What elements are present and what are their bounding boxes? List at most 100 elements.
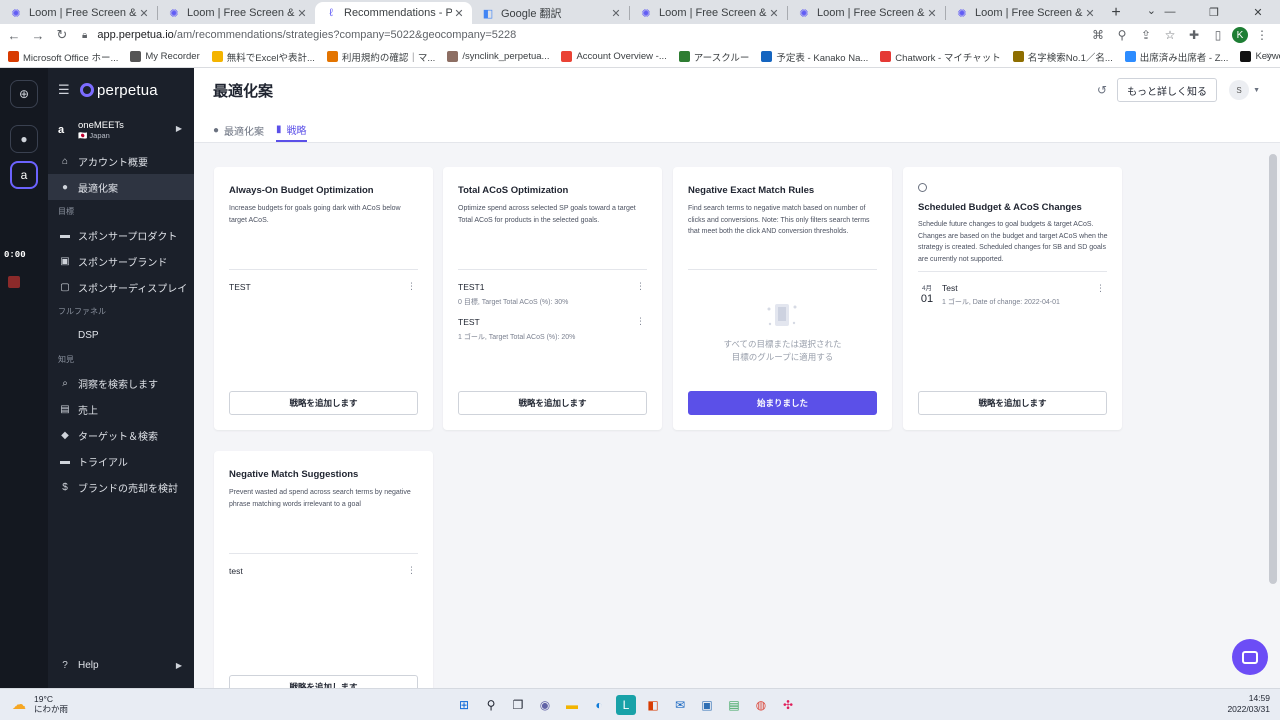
tab-close-icon[interactable]: ✕: [137, 7, 151, 20]
sidebar-item-sponsored-brands[interactable]: ▣ スポンサーブランド: [48, 248, 194, 274]
strategy-item[interactable]: TEST 1 ゴール, Target Total ACoS (%): 20% ⋮: [458, 317, 647, 342]
browser-tab[interactable]: ✺ Loom | Free Screen & Video Rec ✕: [158, 2, 315, 24]
tab-strategies[interactable]: ▮ 戦略: [276, 118, 307, 142]
add-strategy-button[interactable]: 戦略を追加します: [229, 675, 418, 688]
sidebar-item-dsp[interactable]: DSP: [48, 322, 194, 348]
sidebar-item-trial[interactable]: ▬ トライアル: [48, 448, 194, 474]
edge-icon[interactable]: ◐: [589, 695, 609, 715]
scrollbar-thumb[interactable]: [1269, 154, 1277, 584]
kebab-menu-icon[interactable]: ⋮: [1096, 284, 1105, 293]
account-switcher[interactable]: a oneMEETs 🇯🇵 Japan ▶: [48, 112, 194, 148]
sidebar-item-brand-sale[interactable]: $ ブランドの売却を検討: [48, 474, 194, 500]
chat-launcher-button[interactable]: [1232, 639, 1268, 675]
bookmark-star-icon[interactable]: ☆: [1160, 25, 1180, 45]
minimize-icon[interactable]: —: [1148, 0, 1192, 24]
chat-app-icon[interactable]: ◉: [535, 695, 555, 715]
zoom-icon[interactable]: ⚲: [1112, 25, 1132, 45]
system-tray-clock[interactable]: 14:59 2022/03/31: [1227, 693, 1270, 715]
tab-close-icon[interactable]: ✕: [452, 7, 466, 20]
add-strategy-button[interactable]: 戦略を追加します: [229, 391, 418, 415]
reload-icon[interactable]: ↻: [50, 24, 74, 46]
url-input[interactable]: 🔒︎ app.perpetua.io/am/recommendations/st…: [82, 25, 1142, 45]
tab-close-icon[interactable]: ✕: [767, 7, 781, 20]
kebab-menu-icon[interactable]: ⋮: [407, 566, 416, 575]
sidebar-item-help[interactable]: ? Help ▶: [48, 652, 194, 678]
sidebar-item-sponsored-display[interactable]: ▢ スポンサーディスプレイ: [48, 274, 194, 300]
sidebar-item-sponsored-products[interactable]: ▬ スポンサープロダクト: [48, 222, 194, 248]
globe-icon[interactable]: ⊕: [10, 80, 38, 108]
browser-tab[interactable]: ◧ Google 翻訳 ✕: [472, 2, 629, 24]
bookmark-item[interactable]: 予定表 - Kanako Na...: [761, 50, 868, 64]
browser-tab[interactable]: ✺ Loom | Free Screen & Video Rec ✕: [946, 2, 1103, 24]
slack-icon[interactable]: ✣: [778, 695, 798, 715]
strategy-item[interactable]: TEST1 0 目標, Target Total ACoS (%): 30% ⋮: [458, 282, 647, 307]
sidebar-item-targets-search[interactable]: ◆ ターゲット＆検索: [48, 422, 194, 448]
bookmark-item[interactable]: 利用規約の確認｜マ...: [326, 50, 435, 64]
forward-icon[interactable]: →: [26, 24, 50, 46]
new-tab-button[interactable]: +: [1103, 2, 1129, 24]
store-icon[interactable]: ▣: [697, 695, 717, 715]
bookmark-item[interactable]: 出席済み出席者 - Z...: [1124, 50, 1228, 64]
bookmark-item[interactable]: /synclink_perpetua...: [447, 51, 549, 62]
kebab-menu-icon[interactable]: ⋮: [636, 282, 645, 291]
user-avatar[interactable]: S: [1229, 80, 1250, 100]
profile-avatar[interactable]: K: [1232, 27, 1248, 43]
browser-tab-active[interactable]: ℓ Recommendations - Perpetua ✕: [315, 2, 472, 24]
bookmark-item[interactable]: 名字検索No.1／名...: [1012, 50, 1113, 64]
tab-close-icon[interactable]: ✕: [1083, 7, 1097, 20]
bookmark-item[interactable]: My Recorder: [130, 51, 200, 62]
chevron-down-icon[interactable]: ▼: [1253, 87, 1260, 94]
task-view-icon[interactable]: ❐: [508, 695, 528, 715]
tab-close-icon[interactable]: ✕: [609, 7, 623, 20]
browser-tab[interactable]: ✺ Loom | Free Screen & Video Rec ✕: [630, 2, 787, 24]
file-explorer-icon[interactable]: ▬: [562, 695, 582, 715]
kebab-menu-icon[interactable]: ⋮: [636, 317, 645, 326]
hamburger-icon[interactable]: ☰: [58, 82, 76, 98]
close-window-icon[interactable]: ✕: [1236, 0, 1280, 24]
history-icon[interactable]: ↺: [1097, 83, 1107, 97]
bookmark-item[interactable]: アースクルー: [678, 50, 749, 64]
bookmark-item[interactable]: Account Overview -...: [561, 51, 667, 62]
chrome-icon[interactable]: ◍: [751, 695, 771, 715]
browser-tab[interactable]: ✺ Loom | Free Screen & Video Rec ✕: [788, 2, 945, 24]
notes-icon[interactable]: ▤: [724, 695, 744, 715]
kebab-menu-icon[interactable]: ⋮: [407, 282, 416, 291]
bookmark-item[interactable]: Keyword Boost: [1240, 51, 1280, 62]
strategy-item[interactable]: TEST ⋮: [229, 282, 418, 293]
bookmarks-overflow-icon[interactable]: »: [1266, 50, 1272, 62]
sidebar-item-recommendations[interactable]: ● 最適化案: [48, 174, 194, 200]
amazon-icon[interactable]: a: [10, 161, 38, 189]
windows-start-icon[interactable]: ⊞: [454, 695, 474, 715]
page-scrollbar[interactable]: [1269, 154, 1277, 654]
menu-dots-icon[interactable]: ⋮: [1252, 25, 1272, 45]
sidebar-item-account-overview[interactable]: ⌂ アカウント概要: [48, 148, 194, 174]
translate-icon[interactable]: ⌘: [1088, 25, 1108, 45]
tab-close-icon[interactable]: ✕: [925, 7, 939, 20]
tab-recommendations[interactable]: ● 最適化案: [213, 118, 264, 142]
extensions-icon[interactable]: ✚: [1184, 25, 1204, 45]
circle-icon[interactable]: ●: [10, 125, 38, 153]
bookmark-item[interactable]: Microsoft Office ホー...: [8, 50, 118, 64]
tab-close-icon[interactable]: ✕: [295, 7, 309, 20]
office-icon[interactable]: ◧: [643, 695, 663, 715]
restore-icon[interactable]: ❐: [1192, 0, 1236, 24]
share-icon[interactable]: ⇪: [1136, 25, 1156, 45]
get-started-button[interactable]: 始まりました: [688, 391, 877, 415]
stop-recording-icon[interactable]: [8, 276, 20, 288]
back-icon[interactable]: ←: [2, 24, 26, 46]
sidebar-item-search-insights[interactable]: ⌕ 洞察を検索します: [48, 370, 194, 396]
perpetua-logo[interactable]: perpetua: [80, 82, 158, 99]
browser-tab[interactable]: ✺ Loom | Free Screen & Video Rec ✕: [0, 2, 157, 24]
sidebar-item-sales[interactable]: ▤ 売上: [48, 396, 194, 422]
add-strategy-button[interactable]: 戦略を追加します: [918, 391, 1107, 415]
l-app-icon[interactable]: L: [616, 695, 636, 715]
side-panel-icon[interactable]: ▯: [1208, 25, 1228, 45]
learn-more-button[interactable]: もっと詳しく知る: [1117, 78, 1218, 102]
mail-icon[interactable]: ✉: [670, 695, 690, 715]
bookmark-item[interactable]: Chatwork - マイチャット: [880, 50, 1001, 64]
add-strategy-button[interactable]: 戦略を追加します: [458, 391, 647, 415]
weather-widget[interactable]: ☁ 19°C にわか雨: [12, 694, 68, 714]
strategy-item[interactable]: test ⋮: [229, 566, 418, 577]
search-icon[interactable]: ⚲: [481, 695, 501, 715]
bookmark-item[interactable]: 無料でExcelや表計...: [211, 50, 315, 64]
